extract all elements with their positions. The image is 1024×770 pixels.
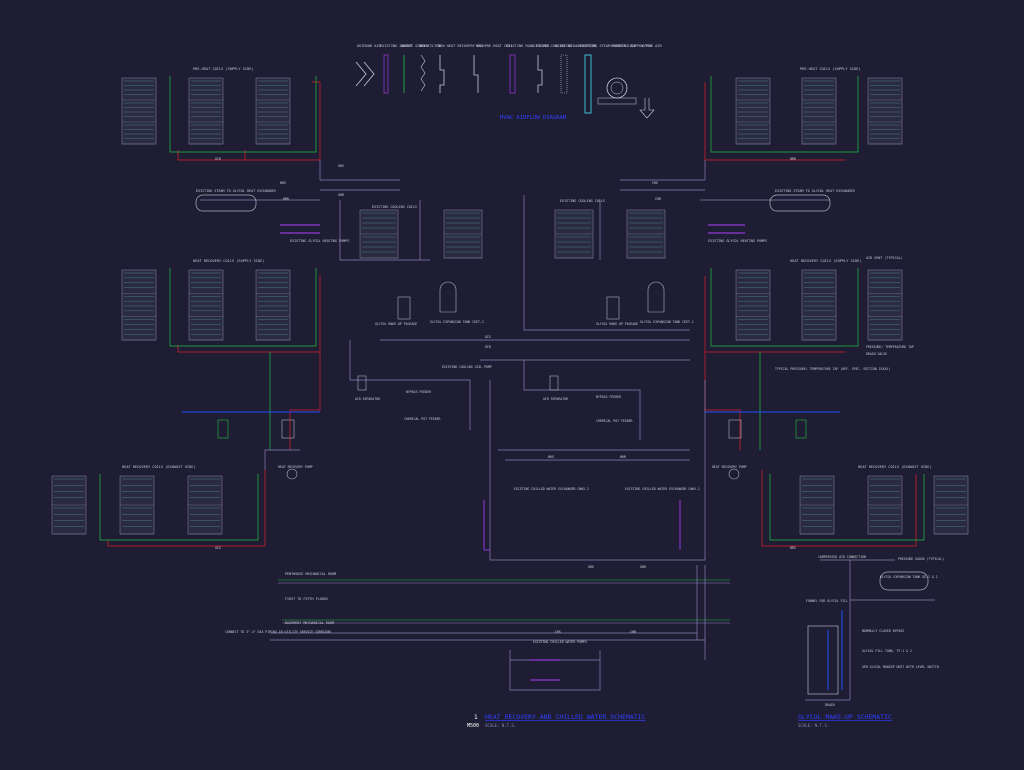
label-penthouse: PENTHOUSE MECHANICAL ROOM [285,572,336,576]
preheat-coil-left [121,77,157,145]
main-title: HEAT RECOVERY AND CHILLED WATER SCHEMATI… [485,713,646,721]
cooling-coil-1 [626,209,666,259]
pipe-tag: GCS [485,335,491,339]
schematic-canvas: OUTDOOR AIR EXISTING LOUVERINSECT SCREENN… [0,0,1024,770]
label-hr-supply-left: HEAT RECOVERY COILS (SUPPLY SIDE) [193,259,264,263]
label-hr-exhaust-left: HEAT RECOVERY COILS (EXHAUST SIDE) [122,465,196,469]
hr-supply-coil-left [255,269,291,341]
pipe-tag: GHR [640,565,646,569]
label-glycol-pumps-right: EXISTING GLYCOL HEATING PUMPS [708,239,767,243]
label-preheat-right: PRE-HEAT COILS (SUPPLY SIDE) [800,67,861,71]
pipe-tag: HRR [283,197,289,201]
hr-exhaust-coil-right [933,475,969,535]
label-cooling-pump: EXISTING COOLING COIL PUMP [442,365,492,369]
pipe-tag: GHS [338,164,344,168]
label-air-sep-2: AIR SEPARATOR [355,397,380,401]
legend-title: HVAC AIRFLOW DIAGRAM [500,115,567,121]
pipe-tag: HRR [790,157,796,161]
label-exp-tank-1: GLYCOL EXPANSION TANK CEET-1 [640,320,694,324]
pipe-tag: GCR [485,345,491,349]
label-steam-hx-left: EXISTING STEAM TO GLYCOL HEAT EXCHANGER [196,189,277,193]
right-title: GLYCOL MAKE-UP SCHEMATIC [798,713,892,721]
label-glycol-pumps-left: EXISTING GLYCOL HEATING PUMPS [290,239,349,243]
label-makeup-2: GLYCOL MAKE-UP PACKAGE [375,322,417,326]
pipe-tag: CHR [655,197,661,201]
label-pressure-gauge: PRESSURE GAUGE (TYPICAL) [898,557,944,561]
label-comp-air: COMPRESSED AIR CONNECTION [818,555,866,559]
hr-supply-coil-left [188,269,224,341]
hr-supply-coil-right [735,269,771,341]
pipe-tag: CHS [555,630,561,634]
pipe-tag: GHR [338,193,344,197]
label-pt-tap: PRESSURE/ TEMPERATURE TAP [866,345,914,349]
label-basement: BASEMENT MECHANICAL ROOM [285,621,334,625]
label-funnel: FUNNEL FOR GLYCOL FILL [806,599,848,603]
label-exp-tank-2: GLYCOL EXPANSION TANK CEET-2 [430,320,484,324]
hr-exhaust-coil-left [51,475,87,535]
pipe-tag: CHS [652,181,658,185]
label-chiller-hx-2: EXISTING CHILLED WATER EXCHANGER CWHX-2 [514,487,589,491]
pipe-tag: GCR [215,157,221,161]
right-scale: SCALE: N.T.S. [798,723,829,728]
hr-supply-coil-right [801,269,837,341]
hr-supply-coil-left [121,269,157,341]
label-makeup-1: GLYCOL MAKE-UP PACKAGE [596,322,638,326]
label-steam-hx-right: EXISTING STEAM TO GLYCOL HEAT EXCHANGER [775,189,856,193]
preheat-coil-right [735,77,771,145]
label-drain: DRAIN [825,703,835,707]
legend-label: SUPPLY AIR [640,44,662,48]
label-hr-pump-right: HEAT RECOVERY PUMP [712,465,747,469]
hr-exhaust-coil-right [867,475,903,535]
label-preheat-left: PRE-HEAT COILS (SUPPLY SIDE) [193,67,254,71]
preheat-coil-left [255,77,291,145]
label-typ-tap: TYPICAL PRESSURE/ TEMPERATURE TAP (REF. … [775,367,890,371]
label-bypass-1: BYPASS FEEDER [596,395,621,399]
label-chem-pot-1: CHEMICAL POT FEEDER [596,419,633,423]
label-nc-bypass: NORMALLY CLOSED BYPASS [862,629,904,633]
preheat-coil-left [188,77,224,145]
detail-number: 1 [474,714,478,721]
label-chw-pumps: EXISTING CHILLED WATER PUMPS [533,640,587,644]
label-gpd: GPD GLYCOL MAKEUP UNIT WITH LEVEL SWITCH [862,665,939,669]
pipe-tag: HRR [620,455,626,459]
pipe-tag: CHR [630,630,636,634]
pipe-tag: HRS [548,455,554,459]
hr-exhaust-coil-left [187,475,223,535]
label-hr-exhaust-right: HEAT RECOVERY COILS (EXHAUST SIDE) [858,465,932,469]
preheat-coil-right [801,77,837,145]
label-bypass-2: BYPASS FEEDER [406,390,431,394]
label-air-sep-1: AIR SEPARATOR [543,397,568,401]
label-first-fifth: FIRST TO FIFTH FLOORS [285,597,328,601]
label-chiller-hx-1: EXISTING CHILLED WATER EXCHANGER CWHX-1 [625,487,700,491]
pipe-tag: GHS [588,565,594,569]
hr-exhaust-coil-left [119,475,155,535]
hr-exhaust-coil-right [799,475,835,535]
detail-sheet: M500 [467,723,479,729]
label-glycol-tank: GLYCOL EXPANSION TANK GE-1 & 2 [880,575,938,579]
cooling-coil-2 [359,209,399,259]
label-chem-pot-2: CHEMICAL POT FEEDER [404,417,441,421]
label-hr-pump-left: HEAT RECOVERY PUMP [278,465,313,469]
hr-supply-coil-right [867,269,903,341]
label-cooling-coils-2: EXISTING COOLING COILS [372,205,417,209]
pipe-tag: GCS [215,546,221,550]
pipe-tag: HRS [790,546,796,550]
cooling-coil-2 [443,209,483,259]
label-glycol-fill: GLYCOL FILL TANK, TF-1 & 2 [862,649,912,653]
main-scale: SCALE: N.T.S. [485,723,516,728]
cooling-coil-1 [554,209,594,259]
label-connect: CONNECT TO 3"-4" DIA PIPING IN UTILITY S… [225,630,331,634]
label-drain-valve: DRAIN VALVE [866,352,887,356]
pipe-tag: HRS [280,181,286,185]
label-air-vent: AIR VENT (TYPICAL) [866,256,903,260]
label-hr-supply-right: HEAT RECOVERY COILS (SUPPLY SIDE) [790,259,861,263]
label-cooling-coils-1: EXISTING COOLING COILS [560,199,605,203]
preheat-coil-right [867,77,903,145]
legend-label: OUTDOOR AIR [357,44,382,48]
